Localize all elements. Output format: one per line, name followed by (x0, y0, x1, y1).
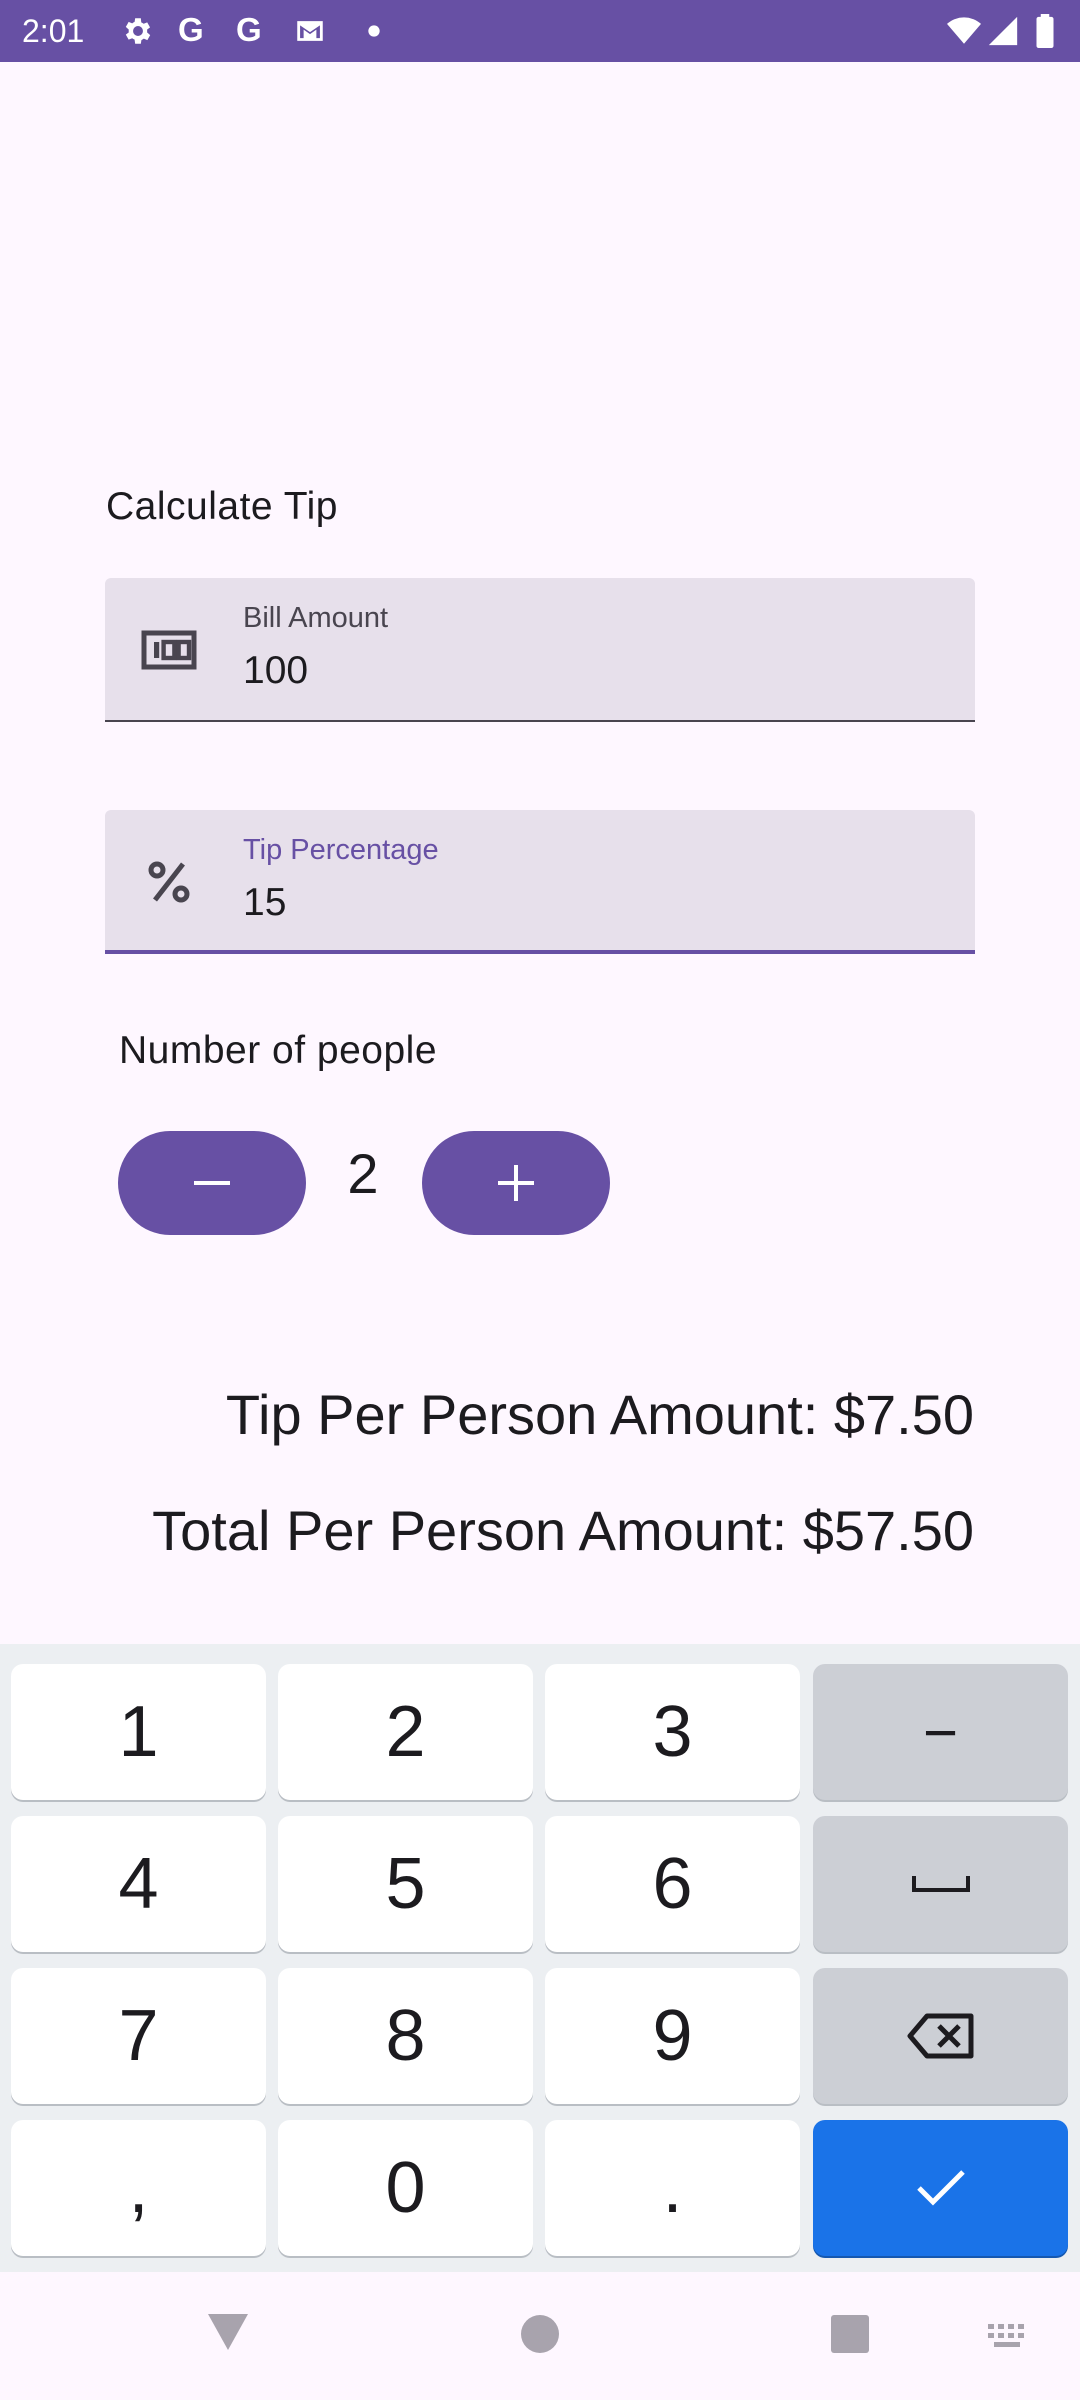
space-icon (911, 1876, 970, 1892)
key-2[interactable]: 2 (278, 1664, 533, 1800)
bill-amount-input[interactable]: 100 (243, 648, 308, 694)
key-4[interactable]: 4 (11, 1816, 266, 1952)
minus-icon (194, 1181, 230, 1185)
tip-percentage-input[interactable]: 15 (243, 880, 286, 926)
plus-icon (498, 1165, 534, 1201)
key-minus[interactable]: − (813, 1664, 1068, 1800)
key-period[interactable]: . (545, 2120, 800, 2256)
wifi-icon (947, 17, 981, 44)
key-9[interactable]: 9 (545, 1968, 800, 2104)
key-8[interactable]: 8 (278, 1968, 533, 2104)
tip-percentage-label: Tip Percentage (243, 834, 439, 866)
home-icon[interactable] (520, 2314, 560, 2354)
key-backspace[interactable] (813, 1968, 1068, 2104)
recents-icon[interactable] (830, 2314, 870, 2354)
key-6[interactable]: 6 (545, 1816, 800, 1952)
key-space[interactable] (813, 1816, 1068, 1952)
gmail-icon (297, 21, 323, 41)
tip-percentage-field[interactable]: Tip Percentage 15 (105, 810, 975, 954)
battery-icon (1036, 14, 1054, 48)
signal-icon (988, 16, 1018, 46)
key-comma[interactable]: , (11, 2120, 266, 2256)
key-done[interactable] (813, 2120, 1068, 2256)
google-icon: G (236, 11, 262, 48)
bill-amount-label: Bill Amount (243, 602, 389, 634)
key-5[interactable]: 5 (278, 1816, 533, 1952)
navigation-bar (0, 2272, 1080, 2400)
google-icon: G (178, 11, 204, 48)
key-0[interactable]: 0 (278, 2120, 533, 2256)
keyboard-switch-icon[interactable] (986, 2322, 1030, 2350)
key-7[interactable]: 7 (11, 1968, 266, 2104)
key-3[interactable]: 3 (545, 1664, 800, 1800)
numeric-keyboard: 1 2 3 − 4 5 6 7 8 9 , 0 . (0, 1644, 1080, 2272)
key-1[interactable]: 1 (11, 1664, 266, 1800)
tip-per-person-result: Tip Per Person Amount: $7.50 (225, 1383, 974, 1446)
increase-people-button[interactable] (422, 1131, 610, 1235)
money-icon (141, 630, 197, 670)
bill-amount-field[interactable]: Bill Amount 100 (105, 578, 975, 722)
check-icon (916, 2170, 965, 2206)
settings-icon (125, 18, 151, 44)
status-time: 2:01 (22, 13, 85, 49)
dot-icon (368, 25, 380, 37)
backspace-icon (907, 2013, 973, 2059)
total-per-person-result: Total Per Person Amount: $57.50 (152, 1499, 974, 1562)
back-icon[interactable] (204, 2310, 252, 2354)
page-title: Calculate Tip (106, 485, 338, 528)
decrease-people-button[interactable] (118, 1131, 306, 1235)
status-bar: 2:01 G G (0, 0, 1080, 62)
number-of-people-label: Number of people (119, 1029, 438, 1072)
percent-icon (148, 861, 190, 903)
people-count: 2 (347, 1142, 379, 1205)
